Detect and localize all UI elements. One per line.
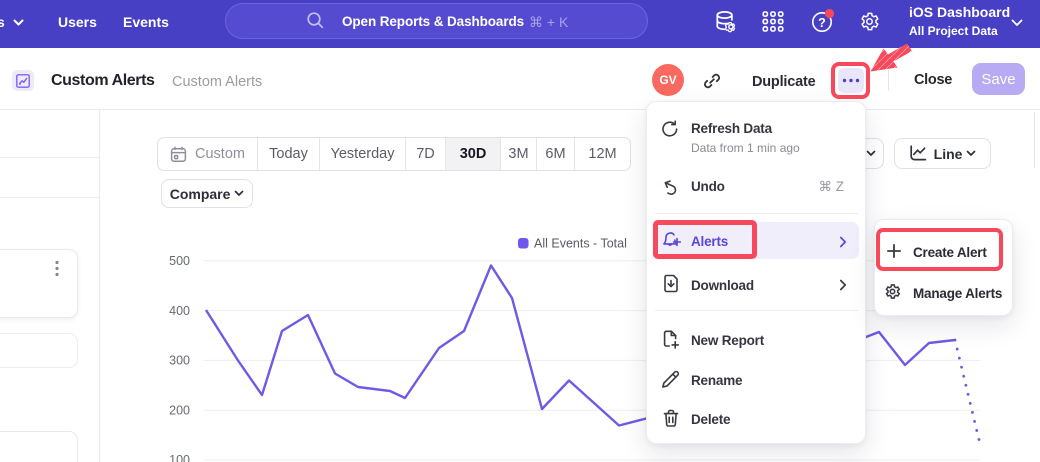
svg-text:200: 200 [169, 403, 190, 417]
svg-text:400: 400 [169, 304, 190, 318]
svg-text:500: 500 [169, 254, 190, 268]
svg-text:All Events - Total: All Events - Total [534, 237, 627, 251]
svg-text:?: ? [818, 16, 826, 30]
svg-text:300: 300 [169, 354, 190, 368]
svg-text:100: 100 [169, 453, 190, 462]
